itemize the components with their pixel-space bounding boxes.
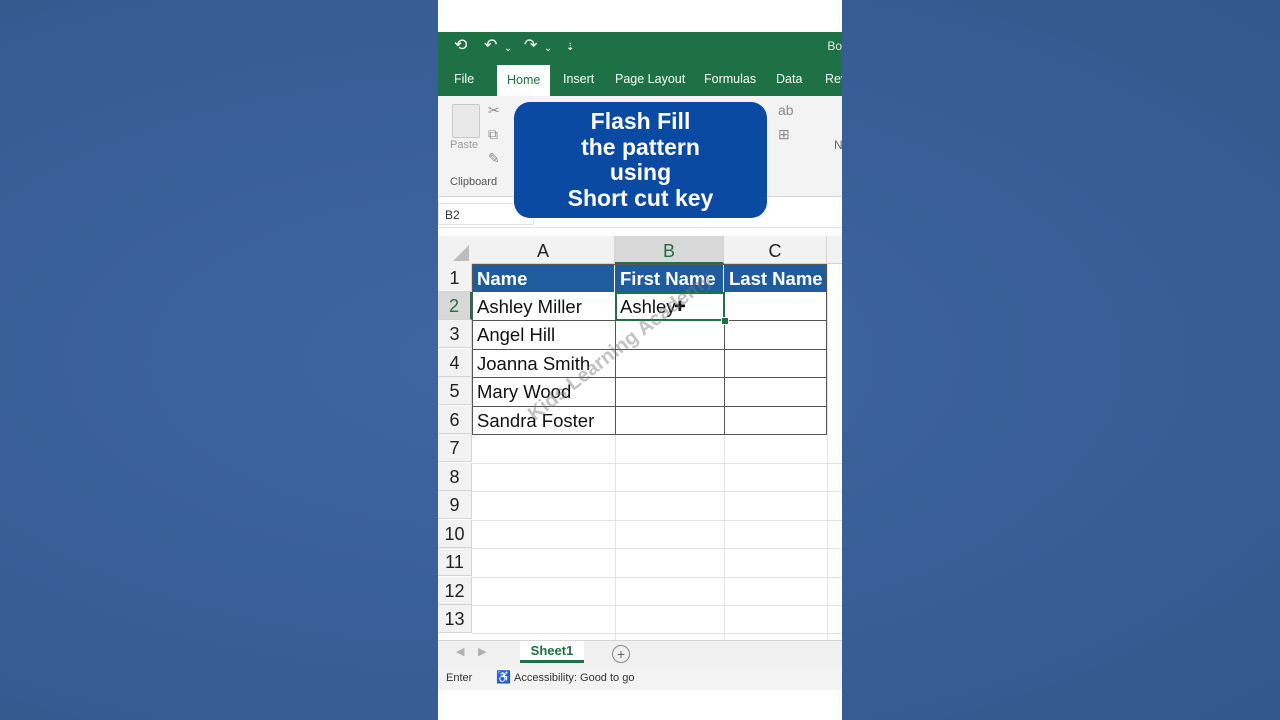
redo-icon[interactable]: ↷: [524, 36, 537, 56]
gridline: [472, 577, 842, 578]
ribbon-tabs: File Home Insert Page Layout Formulas Da…: [438, 62, 842, 96]
row-header[interactable]: 9: [438, 491, 472, 519]
undo-dropdown-icon[interactable]: ⌄: [504, 39, 512, 59]
tab-data[interactable]: Data: [776, 62, 802, 96]
row-header[interactable]: 1: [438, 264, 472, 292]
tab-page-layout[interactable]: Page Layout: [615, 62, 685, 96]
table-cell[interactable]: Angel Hill: [472, 320, 615, 348]
gridline: [472, 605, 842, 606]
gridline: [472, 491, 842, 492]
paste-label[interactable]: Paste: [450, 139, 478, 151]
number-group-fragment: N: [834, 138, 842, 152]
sheet-tabs-bar: ◀ ▶ Sheet1 +: [438, 640, 842, 667]
tab-file[interactable]: File: [454, 62, 474, 96]
gridline: [472, 548, 842, 549]
title-bar: ⟲ ↶ ⌄ ↷ ⌄ ⇣ Bo: [438, 32, 842, 62]
accessibility-status[interactable]: Accessibility: Good to go: [514, 672, 634, 684]
accessibility-icon[interactable]: ♿: [496, 670, 511, 684]
row-header[interactable]: 4: [438, 349, 472, 377]
table-border: [472, 349, 827, 350]
merge-icon[interactable]: ⊞: [778, 126, 790, 143]
table-cell[interactable]: [724, 377, 827, 405]
clipboard-group-label: Clipboard: [450, 176, 498, 188]
tab-formulas[interactable]: Formulas: [704, 62, 756, 96]
table-cell[interactable]: [615, 377, 724, 405]
select-all-button[interactable]: [438, 236, 473, 265]
row-header[interactable]: 13: [438, 605, 472, 633]
format-painter-icon[interactable]: ✎: [488, 150, 500, 167]
column-header-b[interactable]: B: [615, 236, 724, 264]
cut-icon[interactable]: ✂: [488, 102, 500, 119]
paste-icon[interactable]: [452, 104, 480, 138]
callout-line: using: [609, 159, 672, 185]
table-cell[interactable]: [724, 292, 827, 320]
sheet-tab-sheet1[interactable]: Sheet1: [520, 641, 584, 663]
customize-qat-icon[interactable]: ⇣: [566, 38, 574, 58]
row-header[interactable]: 6: [438, 406, 472, 434]
callout-line: Short cut key: [567, 184, 714, 211]
prev-sheet-icon[interactable]: ◀: [456, 645, 464, 658]
column-header-c[interactable]: C: [724, 236, 827, 264]
row-header[interactable]: 10: [438, 520, 472, 548]
row-header[interactable]: 8: [438, 463, 472, 491]
fill-handle[interactable]: [721, 317, 729, 325]
redo-dropdown-icon[interactable]: ⌄: [544, 39, 552, 59]
next-sheet-icon[interactable]: ▶: [478, 645, 486, 658]
table-cell[interactable]: Ashley Miller: [472, 292, 615, 320]
flash-fill-callout: Flash Fill the pattern using Short cut k…: [514, 102, 767, 218]
callout-line: Flash Fill: [590, 108, 691, 134]
row-header[interactable]: 7: [438, 434, 472, 462]
callout-line: the pattern: [581, 133, 700, 160]
row-header[interactable]: 12: [438, 577, 472, 605]
status-bar: Enter ♿ Accessibility: Good to go: [438, 666, 842, 690]
row-header[interactable]: 5: [438, 377, 472, 405]
undo-icon[interactable]: ↶: [484, 36, 497, 56]
table-cell[interactable]: [615, 406, 724, 434]
add-sheet-icon[interactable]: +: [612, 645, 630, 663]
gridline: [827, 264, 828, 640]
table-cell[interactable]: [724, 320, 827, 348]
wrap-text-icon[interactable]: ab: [778, 102, 794, 118]
table-cell[interactable]: [724, 406, 827, 434]
row-header[interactable]: 11: [438, 548, 472, 576]
row-header[interactable]: 3: [438, 320, 472, 348]
spreadsheet-grid[interactable]: A B C 1 2 3 4 5 6 7 8 9 10 11 12 13 Name…: [438, 236, 842, 640]
gridline: [472, 463, 842, 464]
gridline: [472, 633, 842, 634]
workbook-title: Bo: [827, 39, 842, 53]
table-cell[interactable]: [724, 349, 827, 377]
column-header-d[interactable]: [827, 236, 842, 264]
table-header-cell[interactable]: Name: [472, 264, 615, 292]
excel-window: ⟲ ↶ ⌄ ↷ ⌄ ⇣ Bo File Home Insert Page Lay…: [438, 0, 842, 720]
tab-insert[interactable]: Insert: [563, 62, 594, 96]
column-header-a[interactable]: A: [472, 236, 615, 264]
tab-review[interactable]: Rev: [825, 62, 842, 96]
autosave-icon[interactable]: ⟲: [454, 36, 467, 56]
table-header-cell[interactable]: Last Name: [724, 264, 827, 292]
gridline: [472, 520, 842, 521]
tab-home[interactable]: Home: [497, 65, 551, 96]
table-border: [472, 377, 827, 378]
copy-icon[interactable]: ⧉: [488, 126, 498, 143]
row-header[interactable]: 2: [438, 292, 472, 320]
status-mode: Enter: [446, 672, 473, 684]
